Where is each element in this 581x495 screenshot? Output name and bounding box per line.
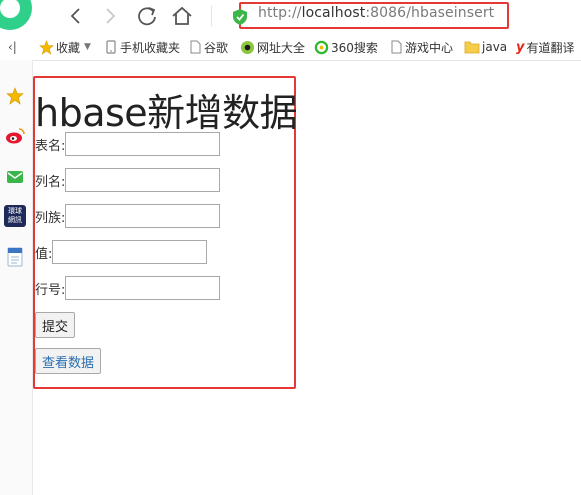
bookmark-label: 手机收藏夹 — [120, 40, 181, 55]
page-icon — [189, 40, 202, 54]
bookmark-google[interactable]: 谷歌 — [189, 39, 228, 55]
forward-button[interactable] — [98, 4, 122, 28]
row-key-input[interactable] — [65, 276, 221, 300]
view-data-button[interactable]: 查看数据 — [35, 348, 102, 374]
word-doc-icon — [7, 247, 23, 267]
value-row: 值: — [35, 240, 208, 264]
mail-icon — [7, 171, 23, 183]
chevron-left-icon — [70, 8, 80, 24]
column-family-input[interactable] — [65, 204, 221, 228]
browser-toolbar: http://localhost:8086/hbaseinsert — [0, 0, 581, 33]
toolbar-divider — [211, 6, 212, 26]
side-panel: 環球 網訊 — [0, 60, 33, 495]
bookmark-sitenav[interactable]: 网址大全 — [240, 39, 305, 55]
youdao-icon: y — [516, 39, 525, 55]
column-name-row: 列名: — [35, 168, 221, 192]
bookmark-360search[interactable]: 360搜索 — [314, 39, 378, 55]
refresh-icon — [138, 7, 156, 26]
home-icon — [172, 6, 192, 25]
360-search-icon — [314, 40, 329, 55]
column-name-input[interactable] — [65, 168, 221, 192]
page-content: hbase新增数据 表名: 列名: 列族: 值: 行号: 提交 查看数据 — [33, 60, 581, 495]
column-family-row: 列族: — [35, 204, 221, 228]
bookmark-label: 收藏 — [56, 40, 81, 55]
field-label: 表名: — [35, 138, 66, 154]
sidebar-item-doc[interactable] — [4, 246, 26, 268]
huanqiu-icon: 環球 網訊 — [4, 205, 26, 227]
field-label: 列名: — [35, 174, 66, 190]
star-icon — [6, 87, 24, 105]
url-host: localhost — [301, 5, 366, 21]
browser-logo-icon — [0, 0, 32, 30]
folder-icon — [464, 40, 480, 54]
bookmark-label: 网址大全 — [257, 40, 306, 55]
bookmark-label: 360搜索 — [331, 40, 378, 55]
bookmark-youdao[interactable]: y 有道翻译 — [516, 39, 575, 55]
bookmark-label: 谷歌 — [204, 40, 229, 55]
value-input[interactable] — [52, 240, 208, 264]
field-label: 列族: — [35, 210, 66, 226]
submit-button[interactable]: 提交 — [35, 312, 76, 338]
folder-icon — [104, 40, 118, 54]
refresh-button[interactable] — [135, 4, 159, 28]
page-title: hbase新增数据 — [35, 91, 298, 135]
home-button[interactable] — [170, 4, 194, 28]
url-prefix: http:// — [258, 5, 302, 21]
secure-shield-icon — [232, 8, 248, 26]
sidebar-item-huanqiu[interactable]: 環球 網訊 — [4, 205, 26, 227]
bookmark-java[interactable]: java — [464, 39, 507, 55]
chevron-down-icon: ▼ — [84, 42, 91, 52]
bookmark-games[interactable]: 游戏中心 — [390, 39, 453, 55]
weibo-icon — [6, 128, 25, 144]
sidebar-item-weibo[interactable] — [4, 125, 26, 147]
sidebar-item-mail[interactable] — [4, 166, 26, 188]
page-icon — [390, 40, 403, 54]
bookmark-mobile[interactable]: 手机收藏夹 — [104, 39, 180, 55]
chevron-right-icon — [106, 8, 116, 24]
back-button[interactable] — [64, 4, 88, 28]
table-name-input[interactable] — [65, 132, 221, 156]
sidebar-item-favorites[interactable] — [4, 85, 26, 107]
bookmark-label: java — [482, 40, 508, 54]
site-nav-icon — [240, 40, 255, 55]
bookmark-label: 有道翻译 — [526, 40, 575, 55]
url-path: :8086/hbaseinsert — [365, 5, 495, 21]
collapse-label: ‹| — [8, 40, 17, 54]
table-name-row: 表名: — [35, 132, 221, 156]
star-icon — [39, 39, 54, 55]
bookmarks-bar: ‹| 收藏 ▼ 手机收藏夹 谷歌 网址大全 360搜索 游戏中心 java y … — [0, 34, 581, 61]
field-label: 行号: — [35, 282, 66, 298]
sidebar-toggle[interactable]: ‹| — [8, 39, 17, 55]
address-url[interactable]: http://localhost:8086/hbaseinsert — [258, 5, 494, 21]
bookmark-label: 游戏中心 — [405, 40, 454, 55]
field-label: 值: — [35, 246, 53, 262]
row-key-row: 行号: — [35, 276, 221, 300]
bookmark-favorites[interactable]: 收藏 ▼ — [39, 39, 91, 55]
